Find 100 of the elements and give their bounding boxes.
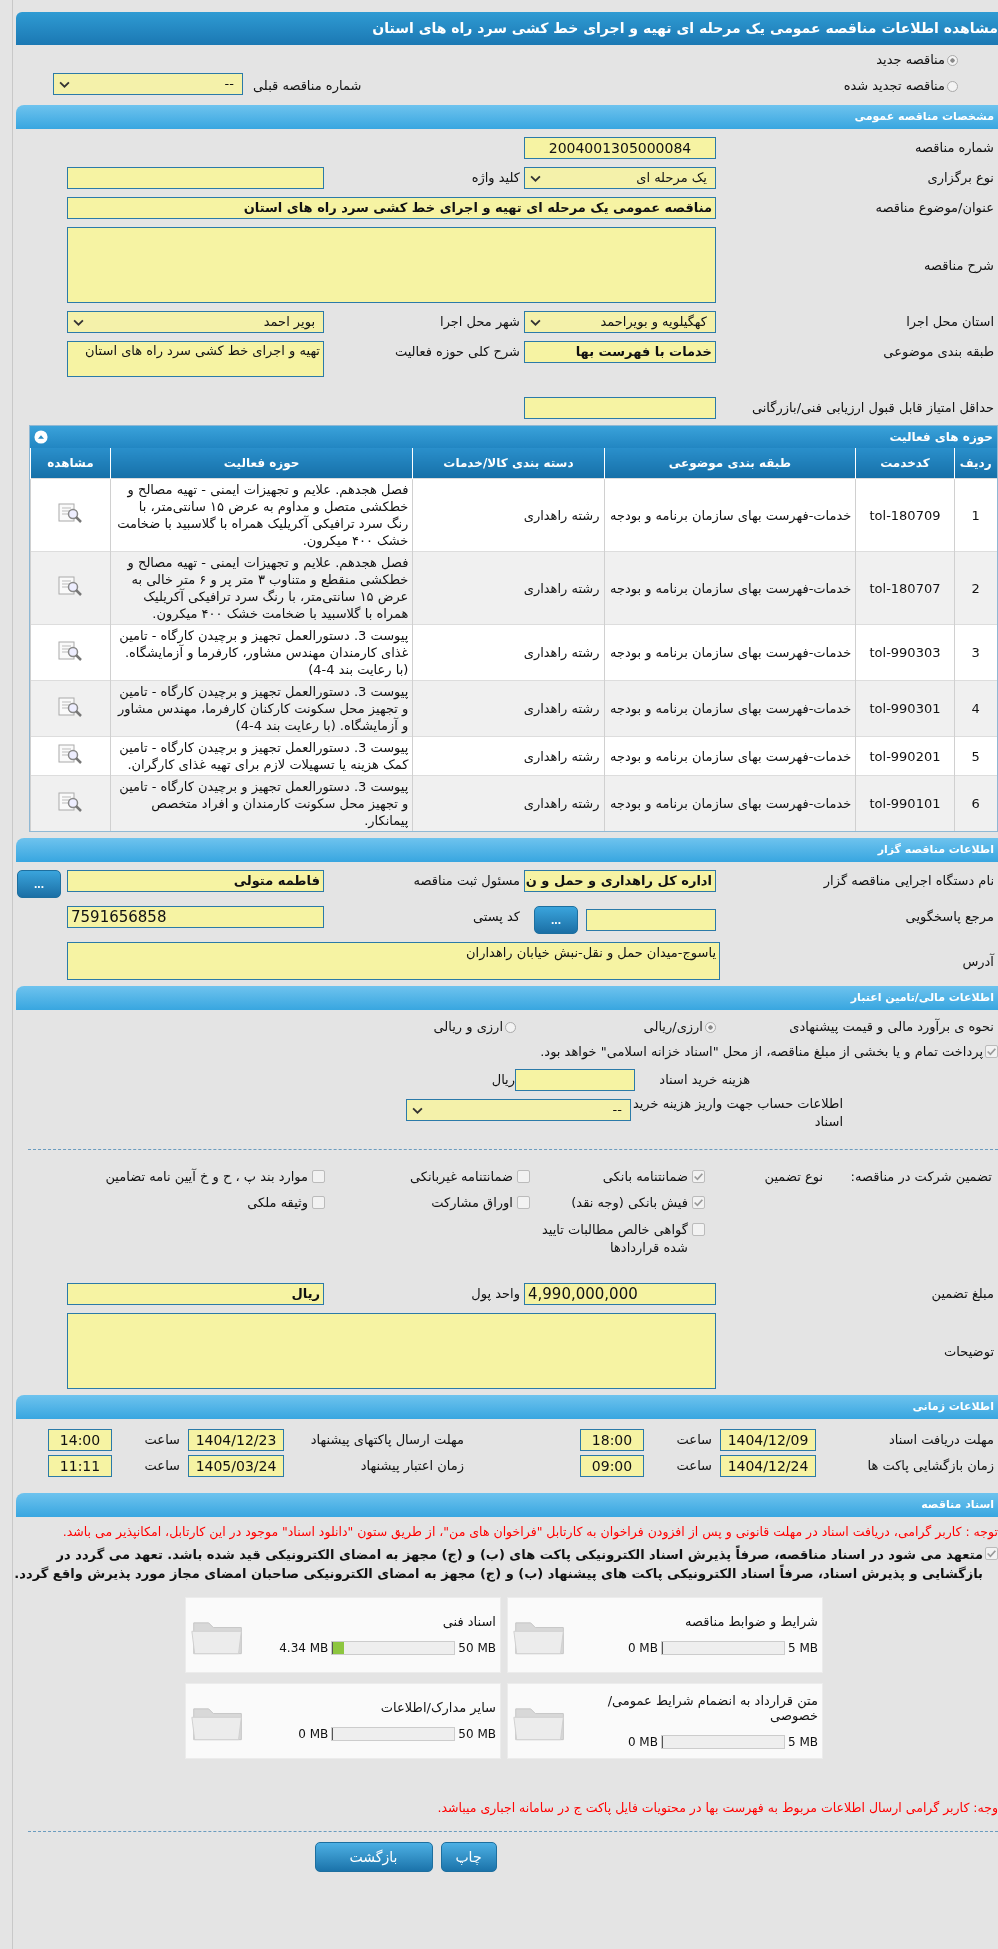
table-cell: رشته راهداری [412, 680, 605, 737]
table-cell: فصل هجدهم. علایم و تجهیزات ایمنی - تهیه مصالح و خطکشی منقطع و متناوب ۳ متر پر و ۶ متر خالی به عرض ۱۵ سانتی‌متر، با رنگ سرد ترافیکی آکریلیک همراه با گلاسبید با ضخامت خشک ۴۰۰ میکرون. [110, 551, 413, 625]
checkbox[interactable] [692, 1222, 705, 1236]
category-field[interactable]: خدمات با فهرست بها [524, 341, 716, 364]
table-cell: 2 [954, 551, 997, 625]
field-label: استان محل اجرا [905, 313, 995, 332]
checkbox[interactable] [692, 1196, 705, 1210]
checkbox[interactable] [517, 1196, 530, 1210]
file-category-name: سایر مدارک/اطلاعات [379, 1700, 496, 1716]
min-score-field[interactable] [524, 397, 716, 420]
date-field[interactable]: 1404/12/09 [720, 1428, 816, 1451]
radio-button[interactable] [705, 1021, 716, 1033]
browse-button[interactable]: ... [534, 906, 578, 935]
keyword-field[interactable] [67, 167, 324, 190]
column-header: حوزه فعالیت [110, 448, 413, 479]
table-cell: خدمات-فهرست بهای سازمان برنامه و بودجه [604, 775, 856, 832]
commitment-text: متعهد می شود در اسناد مناقصه، صرفاً پذیرش اسناد الکترونیکی پاکت های (ب) و (ج) مجهز به امضای الکترونیکی قید شده باشد. تعهد می گردد در بازگشایی و پذیرش اسناد، صرفاً اسناد الکترونیکی پاکت های پیشنهاد (ب) و (ج) مجهز به امضای الکترونیکی صاحبان امضای مجاز مورد پذیرش واقع گردد. [13, 1544, 983, 1583]
checkbox[interactable] [692, 1170, 705, 1184]
used-size: 0 MB [627, 1734, 658, 1749]
action-button[interactable]: چاپ [440, 1841, 497, 1872]
table-cell: خدمات-فهرست بهای سازمان برنامه و بودجه [604, 551, 856, 625]
file-category-name: اسناد فنی [441, 1614, 496, 1630]
document-search-icon[interactable] [57, 502, 84, 525]
field-label: شرح مناقصه [923, 257, 995, 276]
column-header: مشاهده [30, 448, 111, 479]
reference-field[interactable] [586, 909, 716, 932]
field-label: شهر محل اجرا [439, 313, 521, 332]
subject-field[interactable]: مناقصه عمومی یک مرحله ای تهیه و اجرای خط کشی سرد راه های استان [67, 197, 716, 220]
radio-label: مناقصه جدید [876, 51, 945, 69]
tender-number-field[interactable]: 2004001305000084 [524, 137, 716, 160]
size-limit: 50 MB [458, 1727, 496, 1742]
field-label: ساعت [143, 1430, 181, 1449]
document-search-icon[interactable] [57, 743, 84, 766]
time-field[interactable]: 09:00 [580, 1454, 644, 1477]
registrar-field[interactable]: فاطمه متولی [67, 870, 324, 893]
section-header: مشخصات مناقصه عمومی [16, 105, 998, 130]
field-label: نحوه ی برآورد مالی و قیمت پیشنهادی [788, 1018, 995, 1037]
notes-textarea[interactable] [67, 1312, 716, 1389]
field-label: ساعت [675, 1430, 713, 1449]
section-header: اسناد مناقصه [16, 1492, 998, 1517]
time-field[interactable]: 14:00 [48, 1428, 112, 1451]
field-label: نام دستگاه اجرایی مناقصه گزار [822, 872, 995, 891]
field-label: زمان اعتبار پیشنهاد [359, 1456, 465, 1475]
time-field[interactable]: 18:00 [580, 1428, 644, 1451]
caret-icon [59, 81, 70, 89]
size-limit: 50 MB [458, 1641, 496, 1656]
province-select[interactable]: کهگیلویه و بویراحمد [524, 311, 716, 334]
date-field[interactable]: 1404/12/24 [720, 1454, 816, 1477]
table-cell: پیوست 3. دستورالعمل تجهیز و برچیدن کارگاه - تامین و تجهیز محل سکونت کارکنان کارفرما، مهندس مشاور و آزمایشگاه. (با رعایت بند 4-4) [110, 680, 413, 737]
document-search-icon[interactable] [57, 695, 84, 718]
document-search-icon[interactable] [57, 790, 84, 813]
field-label: مسئول ثبت مناقصه [412, 872, 521, 891]
checkbox[interactable] [985, 1546, 998, 1560]
checkbox-label: گواهی خالص مطالبات تایید شده قراردادها [540, 1220, 688, 1257]
document-search-icon[interactable] [57, 575, 84, 598]
field-label: هزینه خرید اسناد [658, 1070, 750, 1089]
checkbox[interactable] [517, 1170, 530, 1184]
organization-field[interactable]: اداره کل راهداری و حمل و ن [524, 870, 716, 893]
fee-field[interactable] [515, 1068, 635, 1091]
address-textarea[interactable]: یاسوج-میدان حمل و نقل-نبش خیابان راهداران [67, 942, 720, 981]
notice-text: توجه : کاربر گرامی، دریافت اسناد در مهلت قانونی و پس از افزودن فراخوان به کارتابل "فراخوان های من"، از طریق ستون "دانلود اسناد" موجود در این کارتابل، امکانپذیر می باشد. [61, 1522, 998, 1541]
checkbox[interactable] [985, 1044, 998, 1058]
description-textarea[interactable] [67, 227, 716, 304]
radio-label: ارزی/ریالی [643, 1018, 703, 1037]
radio-button[interactable] [947, 54, 958, 66]
column-header: ردیف [954, 448, 997, 479]
holding-type-select[interactable]: یک مرحله ای [524, 167, 716, 190]
time-field[interactable]: 11:11 [48, 1454, 112, 1477]
unit-label: ریال [491, 1070, 515, 1089]
section-header: اطلاعات مناقصه گزار [16, 838, 998, 863]
column-header: طبقه بندی موضوعی [604, 448, 856, 479]
collapse-icon[interactable] [34, 430, 48, 445]
document-search-icon[interactable] [57, 639, 84, 662]
scope-textarea[interactable]: تهیه و اجرای خط کشی سرد راه های استان [67, 341, 324, 378]
action-button[interactable]: بازگشت [314, 1841, 433, 1872]
notice-text: وجه: کاربر گرامی ارسال اطلاعات مربوط به فهرست بها در محتویات فایل پاکت ج در سامانه اجباری میباشد. [436, 1798, 998, 1817]
amount-field[interactable]: 4,990,000,000 [524, 1282, 716, 1305]
table-cell: 4 [954, 680, 997, 737]
field-label: شرح کلی حوزه فعالیت [393, 343, 521, 362]
postal-code-field[interactable]: 7591656858 [67, 906, 324, 929]
browse-button[interactable]: ... [17, 870, 61, 899]
field-label: عنوان/موضوع مناقصه [874, 199, 995, 218]
radio-button[interactable] [947, 80, 958, 92]
radio-button[interactable] [505, 1021, 516, 1033]
date-field[interactable]: 1404/12/23 [188, 1428, 284, 1451]
currency-field[interactable]: ریال [67, 1282, 324, 1305]
field-label: کلید واژه [470, 169, 521, 188]
column-header: دسته بندی کالا/خدمات [412, 448, 605, 479]
used-size: 4.34 MB [279, 1641, 329, 1656]
field-label: آدرس [961, 952, 996, 972]
checkbox[interactable] [312, 1196, 325, 1210]
date-field[interactable]: 1405/03/24 [188, 1454, 284, 1477]
previous-tender-select[interactable]: -- [53, 73, 243, 96]
checkbox-label: ضمانتنامه بانکی [602, 1168, 688, 1187]
checkbox-label: وثیقه ملکی [247, 1194, 308, 1213]
city-select[interactable]: بویر احمد [67, 311, 324, 334]
checkbox[interactable] [312, 1170, 325, 1184]
account-select[interactable]: -- [406, 1098, 631, 1121]
checkbox-label: پرداخت تمام و یا بخشی از مبلغ مناقصه، از محل "اسناد خزانه اسلامی" خواهد بود. [539, 1042, 983, 1061]
section-header: اطلاعات زمانی [16, 1394, 998, 1419]
